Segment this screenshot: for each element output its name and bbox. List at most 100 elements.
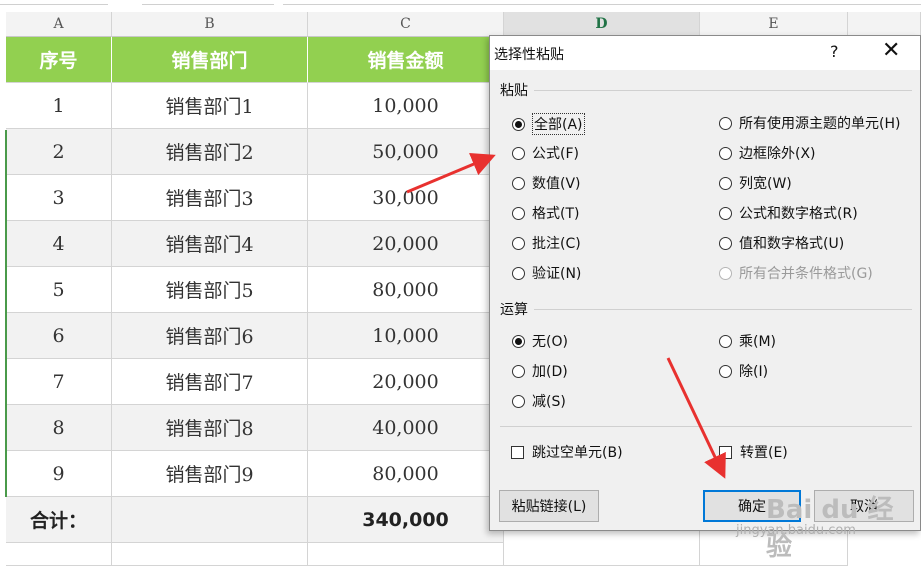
cell-index[interactable]: 5	[6, 267, 112, 313]
radio-paste-values[interactable]: 数值(V)	[512, 173, 581, 193]
cell-department[interactable]: 销售部门6	[112, 313, 308, 359]
cell-department[interactable]: 销售部门7	[112, 359, 308, 405]
radio-paste-no-borders[interactable]: 边框除外(X)	[719, 143, 816, 163]
radio-selected-icon	[512, 334, 525, 348]
radio-paste-all[interactable]: 全部(A)	[512, 113, 585, 135]
radio-icon	[512, 236, 525, 250]
cancel-button[interactable]: 取消	[814, 490, 914, 522]
cell-amount[interactable]: 50,000	[308, 129, 504, 175]
empty-cell[interactable]	[112, 543, 308, 566]
radio-icon	[512, 266, 525, 280]
cell-index[interactable]: 7	[6, 359, 112, 405]
radio-icon	[719, 364, 732, 378]
tab-edge	[283, 0, 921, 5]
header-cell-index[interactable]: 序号	[6, 37, 112, 83]
radio-icon	[512, 394, 525, 408]
cell-department[interactable]: 销售部门2	[112, 129, 308, 175]
empty-cell[interactable]	[308, 543, 504, 566]
radio-paste-validation[interactable]: 验证(N)	[512, 263, 581, 283]
cell-index[interactable]: 8	[6, 405, 112, 451]
empty-cell[interactable]	[700, 531, 848, 566]
column-header-b[interactable]: B	[112, 12, 308, 37]
tab-edge	[142, 0, 274, 5]
checkbox-icon	[511, 445, 524, 459]
paste-link-button[interactable]: 粘贴链接(L)	[499, 490, 599, 522]
total-empty-cell[interactable]	[112, 497, 308, 543]
divider	[534, 90, 912, 91]
radio-op-multiply[interactable]: 乘(M)	[719, 331, 776, 351]
cell-amount[interactable]: 10,000	[308, 313, 504, 359]
radio-op-subtract[interactable]: 减(S)	[512, 391, 566, 411]
radio-icon	[719, 116, 732, 130]
cell-index[interactable]: 6	[6, 313, 112, 359]
divider	[534, 309, 912, 310]
cell-amount[interactable]: 20,000	[308, 221, 504, 267]
paste-section-label: 粘贴	[500, 83, 528, 99]
checkbox-skip-blanks[interactable]: 跳过空单元(B)	[511, 442, 623, 462]
column-header-e[interactable]: E	[700, 12, 848, 37]
radio-icon	[512, 146, 525, 160]
checkbox-icon	[719, 445, 732, 459]
total-amount-cell[interactable]: 340,000	[308, 497, 504, 543]
radio-paste-formats[interactable]: 格式(T)	[512, 203, 579, 223]
cell-amount[interactable]: 30,000	[308, 175, 504, 221]
radio-paste-merge-conditional: 所有合并条件格式(G)	[719, 263, 873, 283]
radio-paste-column-widths[interactable]: 列宽(W)	[719, 173, 792, 193]
cell-amount[interactable]: 40,000	[308, 405, 504, 451]
column-header-d[interactable]: D	[504, 12, 700, 37]
radio-paste-formulas[interactable]: 公式(F)	[512, 143, 579, 163]
cell-amount[interactable]: 20,000	[308, 359, 504, 405]
close-icon[interactable]: ✕	[882, 38, 900, 63]
header-cell-amount[interactable]: 销售金额	[308, 37, 504, 83]
radio-paste-values-number-formats[interactable]: 值和数字格式(U)	[719, 233, 844, 253]
cell-index[interactable]: 9	[6, 451, 112, 497]
tab-strip	[0, 0, 921, 12]
tab-edge	[0, 0, 108, 5]
help-icon[interactable]: ?	[830, 42, 839, 61]
radio-op-divide[interactable]: 除(I)	[719, 361, 768, 381]
radio-icon	[512, 206, 525, 220]
column-header-c[interactable]: C	[308, 12, 504, 37]
cell-department[interactable]: 销售部门9	[112, 451, 308, 497]
dialog-title: 选择性粘贴	[494, 47, 564, 63]
cell-amount[interactable]: 80,000	[308, 267, 504, 313]
radio-paste-comments[interactable]: 批注(C)	[512, 233, 581, 253]
empty-cell[interactable]	[6, 543, 112, 566]
cell-department[interactable]: 销售部门5	[112, 267, 308, 313]
dialog-titlebar: 选择性粘贴 ? ✕	[490, 36, 920, 70]
cell-index[interactable]: 2	[6, 129, 112, 175]
cell-department[interactable]: 销售部门8	[112, 405, 308, 451]
cell-department[interactable]: 销售部门3	[112, 175, 308, 221]
divider	[500, 426, 912, 427]
cell-index[interactable]: 1	[6, 83, 112, 129]
cell-department[interactable]: 销售部门1	[112, 83, 308, 129]
column-header-a[interactable]: A	[6, 12, 112, 37]
empty-cell[interactable]	[504, 531, 700, 566]
cell-department[interactable]: 销售部门4	[112, 221, 308, 267]
checkbox-transpose[interactable]: 转置(E)	[719, 442, 788, 462]
ok-button[interactable]: 确定	[703, 490, 801, 522]
radio-icon	[719, 236, 732, 250]
header-cell-department[interactable]: 销售部门	[112, 37, 308, 83]
operation-section-label: 运算	[500, 302, 528, 318]
radio-op-add[interactable]: 加(D)	[512, 361, 568, 381]
column-header-f[interactable]	[848, 12, 921, 37]
radio-icon	[512, 176, 525, 190]
radio-icon	[719, 176, 732, 190]
radio-icon	[719, 206, 732, 220]
radio-icon	[719, 334, 732, 348]
radio-icon	[512, 364, 525, 378]
radio-selected-icon	[512, 117, 525, 131]
radio-op-none[interactable]: 无(O)	[512, 331, 568, 351]
radio-paste-source-theme[interactable]: 所有使用源主题的单元(H)	[719, 113, 900, 133]
radio-paste-formulas-number-formats[interactable]: 公式和数字格式(R)	[719, 203, 858, 223]
cell-amount[interactable]: 10,000	[308, 83, 504, 129]
row-selection-border	[5, 130, 7, 497]
radio-icon	[719, 146, 732, 160]
radio-icon	[719, 266, 732, 280]
total-label-cell[interactable]: 合计：	[6, 497, 112, 543]
cell-index[interactable]: 4	[6, 221, 112, 267]
paste-special-dialog: 选择性粘贴 ? ✕ 粘贴 全部(A) 公式(F) 数值(V) 格式(T) 批注(…	[489, 35, 921, 531]
cell-index[interactable]: 3	[6, 175, 112, 221]
cell-amount[interactable]: 80,000	[308, 451, 504, 497]
